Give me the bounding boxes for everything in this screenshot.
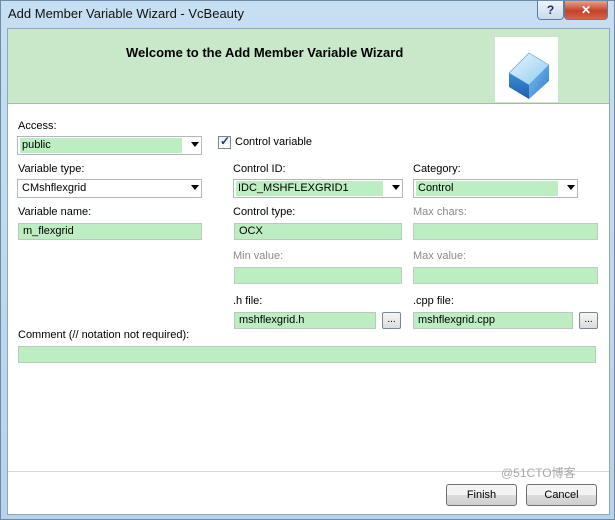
window-title: Add Member Variable Wizard - VcBeauty xyxy=(8,6,245,21)
variable-type-label: Variable type: xyxy=(18,163,85,175)
h-file-label: .h file: xyxy=(233,295,263,307)
h-file-browse-button[interactable]: ... xyxy=(382,312,401,329)
cpp-file-input[interactable]: mshflexgrid.cpp xyxy=(413,312,573,329)
max-chars-input xyxy=(413,223,598,240)
comment-label: Comment (// notation not required): xyxy=(18,329,190,341)
cpp-file-browse-button[interactable]: ... xyxy=(579,312,598,329)
banner-title: Welcome to the Add Member Variable Wizar… xyxy=(126,45,404,60)
chevron-down-icon xyxy=(191,185,199,190)
variable-name-input[interactable]: m_flexgrid xyxy=(18,223,202,240)
finish-button[interactable]: Finish xyxy=(446,484,517,506)
control-id-label: Control ID: xyxy=(233,163,286,175)
chevron-down-icon xyxy=(392,185,400,190)
wizard-banner: Welcome to the Add Member Variable Wizar… xyxy=(8,29,609,104)
title-bar[interactable]: Add Member Variable Wizard - VcBeauty ? … xyxy=(1,1,614,27)
category-combo[interactable]: Control xyxy=(413,179,578,198)
wizard-cube-icon xyxy=(495,37,558,102)
control-variable-label[interactable]: Control variable xyxy=(235,136,312,148)
chevron-down-icon xyxy=(191,142,199,147)
close-button[interactable]: ✕ xyxy=(564,1,608,20)
chevron-down-icon xyxy=(567,185,575,190)
watermark: @51CTO博客 xyxy=(501,466,576,480)
min-value-input xyxy=(234,267,402,284)
access-value: public xyxy=(20,138,182,153)
max-value-input xyxy=(413,267,598,284)
category-value: Control xyxy=(416,181,558,196)
category-label: Category: xyxy=(413,163,461,175)
variable-type-value: CMshflexgrid xyxy=(20,181,182,196)
max-chars-label: Max chars: xyxy=(413,206,467,218)
control-id-value: IDC_MSHFLEXGRID1 xyxy=(236,181,383,196)
cpp-file-label: .cpp file: xyxy=(413,295,454,307)
comment-input[interactable] xyxy=(18,346,596,363)
min-value-label: Min value: xyxy=(233,250,284,262)
control-variable-checkbox[interactable]: ✓ xyxy=(218,134,231,149)
access-label: Access: xyxy=(18,120,57,132)
max-value-label: Max value: xyxy=(413,250,467,262)
variable-name-label: Variable name: xyxy=(18,206,92,218)
control-type-field: OCX xyxy=(234,223,402,240)
wizard-window: Add Member Variable Wizard - VcBeauty ? … xyxy=(0,0,615,520)
control-id-combo[interactable]: IDC_MSHFLEXGRID1 xyxy=(233,179,403,198)
variable-type-combo[interactable]: CMshflexgrid xyxy=(17,179,202,198)
dialog-client-area: Welcome to the Add Member Variable Wizar… xyxy=(7,28,610,515)
control-type-label: Control type: xyxy=(233,206,296,218)
cancel-button[interactable]: Cancel xyxy=(526,484,597,506)
h-file-input[interactable]: mshflexgrid.h xyxy=(234,312,376,329)
help-button[interactable]: ? xyxy=(537,1,564,20)
checkmark-icon: ✓ xyxy=(220,134,231,148)
access-combo[interactable]: public xyxy=(17,136,202,155)
